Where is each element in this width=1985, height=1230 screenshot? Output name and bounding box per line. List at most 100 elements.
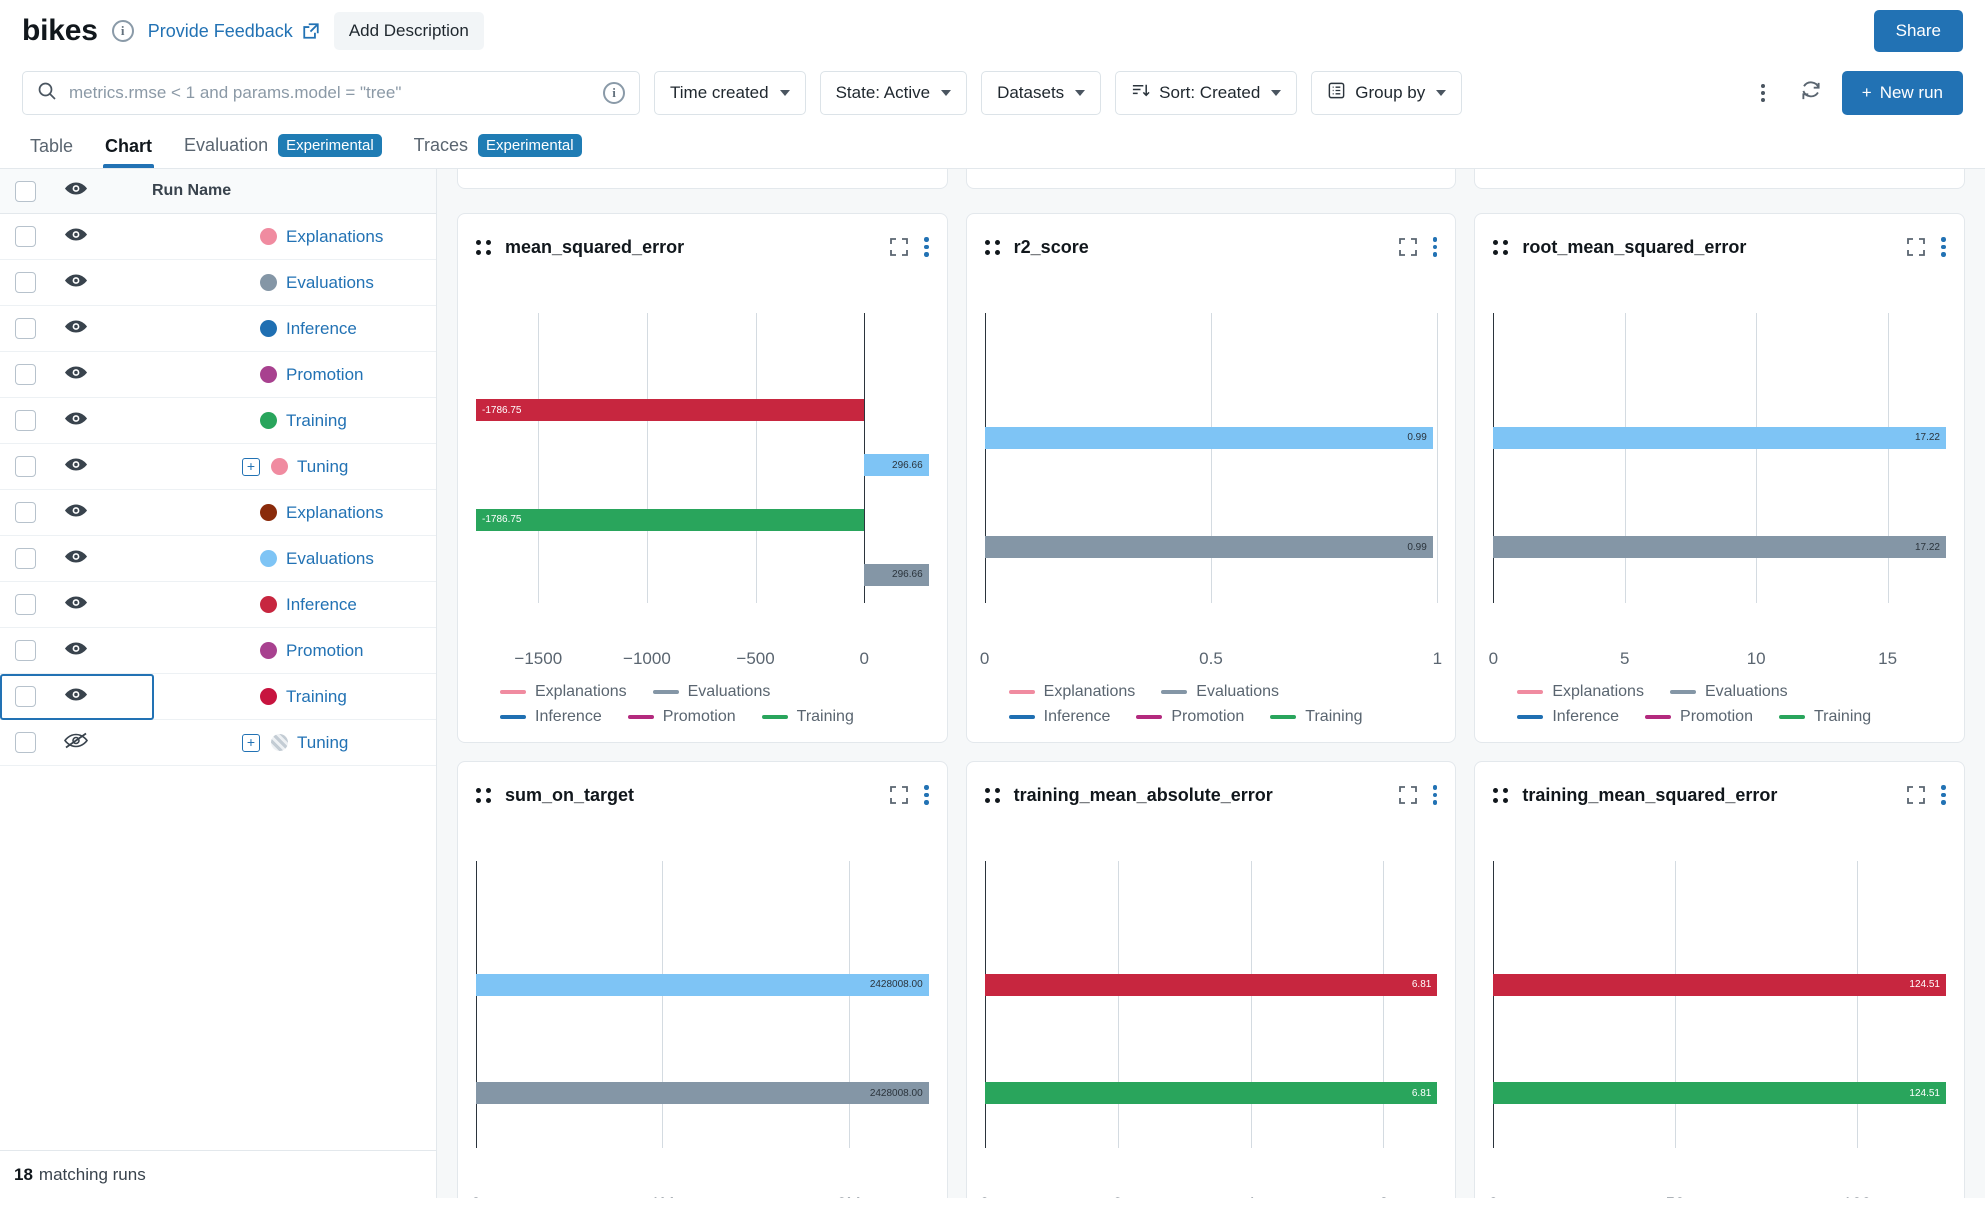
drag-grip-icon[interactable] [476, 787, 491, 803]
run-visibility-toggle[interactable] [50, 686, 102, 708]
expand-icon[interactable] [888, 784, 910, 806]
legend-item-explanations[interactable]: Explanations [500, 683, 627, 701]
run-visibility-toggle[interactable] [50, 318, 102, 340]
info-circle-icon[interactable]: i [111, 20, 134, 42]
chart-card-r2_score[interactable]: r2_score 0.99 0.99 0 0.5 1 Explanations Evaluat… [965, 213, 1457, 743]
drag-grip-icon[interactable] [984, 239, 1000, 255]
drag-grip-icon[interactable] [1493, 787, 1509, 803]
legend-item-explanations[interactable]: Explanations [1517, 683, 1644, 701]
run-checkbox[interactable] [14, 594, 36, 615]
chart-card-training_mean_squared_error[interactable]: training_mean_squared_error 124.51 124.51 0… [1474, 761, 1965, 1198]
legend-item-explanations[interactable]: Explanations [1008, 683, 1135, 701]
chart-bar[interactable]: 17.22 [1493, 536, 1946, 559]
run-select-cell[interactable] [0, 364, 50, 385]
run-name-link[interactable]: Explanations [286, 503, 383, 523]
expand-group-icon[interactable]: + [242, 457, 260, 476]
run-row[interactable]: Promotion [0, 352, 436, 398]
chart-bar[interactable]: 2428008.00 [476, 1082, 929, 1105]
expand-icon[interactable] [1397, 236, 1419, 258]
provide-feedback-link[interactable]: Provide Feedback [148, 21, 320, 42]
run-visibility-toggle[interactable] [50, 456, 102, 478]
run-visibility-toggle[interactable] [50, 226, 102, 248]
chart-menu-icon[interactable] [1941, 785, 1946, 805]
run-select-cell[interactable] [0, 410, 50, 431]
run-checkbox[interactable] [14, 732, 36, 753]
run-visibility-toggle[interactable] [50, 364, 102, 386]
run-name-link[interactable]: Explanations [286, 227, 383, 247]
drag-grip-icon[interactable] [1493, 239, 1509, 255]
tab-table[interactable]: Table [14, 136, 89, 168]
group-by-control[interactable]: Group by [1311, 71, 1463, 115]
run-select-cell[interactable] [0, 318, 50, 339]
select-all-checkbox-cell[interactable] [0, 180, 50, 202]
time-created-filter[interactable]: Time created [654, 71, 806, 115]
chart-menu-icon[interactable] [1432, 237, 1438, 257]
run-row[interactable]: + Tuning [0, 720, 436, 766]
chart-card-partial[interactable] [457, 169, 948, 189]
chart-menu-icon[interactable] [1432, 785, 1438, 805]
expand-icon[interactable] [1397, 784, 1419, 806]
run-checkbox[interactable] [14, 502, 36, 523]
run-name-link[interactable]: Tuning [297, 457, 348, 477]
run-name-link[interactable]: Evaluations [286, 273, 374, 293]
run-name-link[interactable]: Training [286, 687, 347, 707]
run-visibility-toggle[interactable] [50, 272, 102, 294]
run-visibility-toggle[interactable] [50, 594, 102, 616]
chart-card-training_mean_absolute_error[interactable]: training_mean_absolute_error 6.81 6.81 0 2 4 6 [965, 761, 1457, 1198]
chart-menu-icon[interactable] [924, 785, 929, 805]
drag-grip-icon[interactable] [476, 239, 491, 255]
search-info-icon[interactable]: i [603, 82, 625, 104]
legend-item-promotion[interactable]: Promotion [1645, 708, 1753, 726]
chart-card-sum_on_target[interactable]: sum_on_target 2428008.00 2428008.00 0 1M 2M [457, 761, 948, 1198]
run-visibility-toggle[interactable] [50, 410, 102, 432]
run-visibility-toggle[interactable] [50, 502, 102, 524]
chart-bar[interactable]: 0.99 [984, 426, 1433, 449]
run-name-link[interactable]: Tuning [297, 733, 348, 753]
run-checkbox[interactable] [14, 318, 36, 339]
search-input[interactable] [69, 83, 591, 103]
run-visibility-toggle[interactable] [50, 732, 102, 754]
legend-item-inference[interactable]: Inference [1008, 708, 1110, 726]
run-checkbox[interactable] [14, 272, 36, 293]
legend-item-inference[interactable]: Inference [500, 708, 602, 726]
state-filter[interactable]: State: Active [819, 71, 968, 115]
sort-control[interactable]: Sort: Created [1115, 71, 1298, 115]
run-row[interactable]: + Tuning [0, 444, 436, 490]
run-checkbox[interactable] [14, 456, 36, 477]
run-row[interactable]: Evaluations [0, 260, 436, 306]
drag-grip-icon[interactable] [984, 787, 1000, 803]
expand-icon[interactable] [888, 236, 910, 258]
chart-bar[interactable]: 17.22 [1493, 426, 1946, 449]
expand-icon[interactable] [1905, 236, 1927, 258]
share-button[interactable]: Share [1873, 10, 1963, 52]
legend-item-evaluations[interactable]: Evaluations [1669, 683, 1788, 701]
search-box[interactable]: i [22, 71, 640, 115]
run-checkbox[interactable] [14, 548, 36, 569]
tab-chart[interactable]: Chart [89, 136, 168, 168]
add-description-button[interactable]: Add Description [333, 12, 484, 50]
run-checkbox[interactable] [14, 226, 36, 247]
legend-item-promotion[interactable]: Promotion [627, 708, 736, 726]
run-select-cell[interactable] [0, 548, 50, 569]
run-checkbox[interactable] [14, 640, 36, 661]
run-row[interactable]: Promotion [0, 628, 436, 674]
legend-item-inference[interactable]: Inference [1517, 708, 1619, 726]
chart-card-root_mean_squared_error[interactable]: root_mean_squared_error 17.22 17.22 0 5 10 15 E… [1474, 213, 1965, 743]
run-select-cell[interactable] [0, 686, 50, 707]
run-name-link[interactable]: Inference [286, 319, 357, 339]
chart-bar[interactable]: 124.51 [1493, 973, 1946, 996]
expand-icon[interactable] [1905, 784, 1927, 806]
run-visibility-toggle[interactable] [50, 640, 102, 662]
chart-card-partial[interactable] [1474, 169, 1965, 189]
legend-item-training[interactable]: Training [761, 708, 854, 726]
run-select-cell[interactable] [0, 226, 50, 247]
run-name-column-header[interactable]: Run Name [102, 182, 436, 200]
legend-item-evaluations[interactable]: Evaluations [652, 683, 770, 701]
chart-bar[interactable]: 6.81 [984, 1082, 1438, 1105]
refresh-button[interactable] [1794, 76, 1828, 110]
run-checkbox[interactable] [14, 686, 36, 707]
chart-bar[interactable]: 296.66 [864, 454, 929, 477]
legend-item-promotion[interactable]: Promotion [1136, 708, 1244, 726]
run-select-cell[interactable] [0, 640, 50, 661]
run-name-link[interactable]: Training [286, 411, 347, 431]
